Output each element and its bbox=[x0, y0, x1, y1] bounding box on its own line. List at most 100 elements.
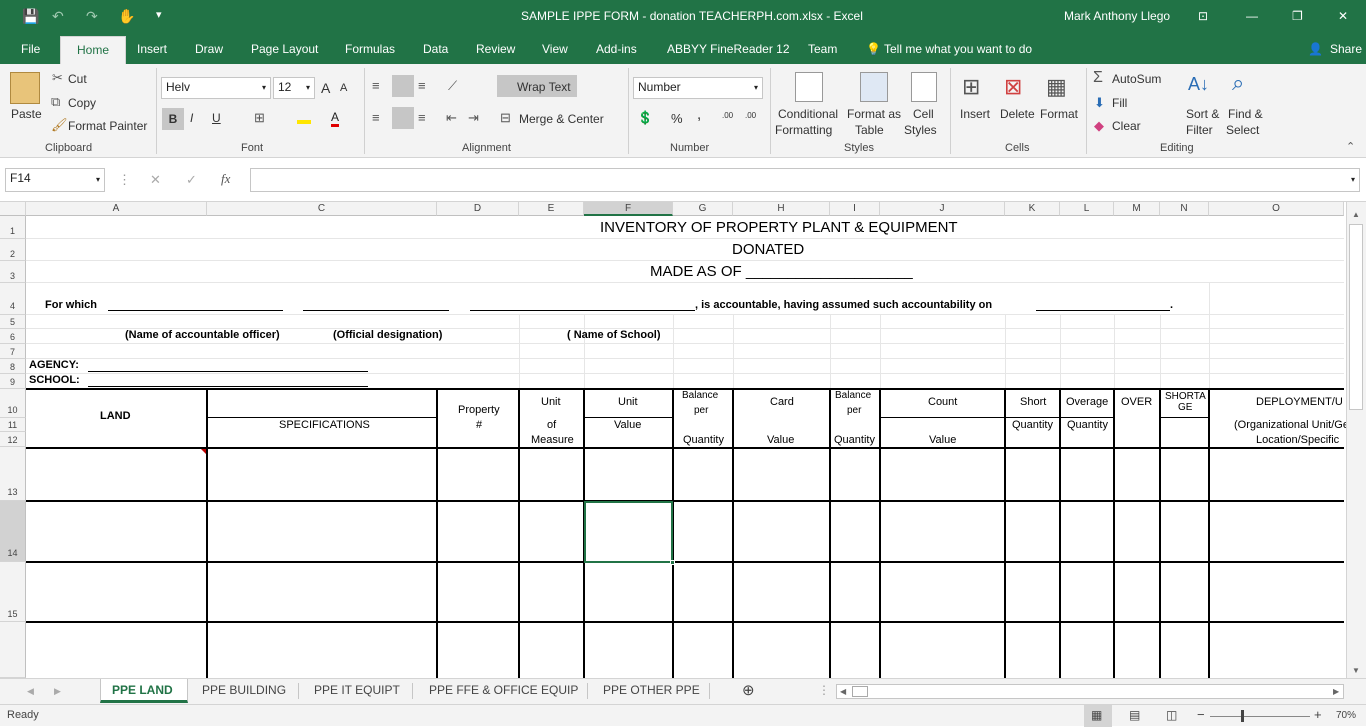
comment-indicator[interactable] bbox=[201, 449, 206, 454]
format-painter-button[interactable]: Format Painter bbox=[68, 119, 147, 133]
name-box[interactable]: F14 ▾ bbox=[5, 168, 105, 192]
horizontal-scrollbar[interactable] bbox=[836, 684, 1344, 699]
font-size-dropdown[interactable]: 12 ▾ bbox=[273, 77, 315, 99]
decrease-indent-icon[interactable]: ⇤ bbox=[446, 110, 457, 126]
row-header-6[interactable]: 6 bbox=[0, 329, 26, 344]
page-break-icon[interactable]: ◫ bbox=[1166, 708, 1177, 722]
column-header-l[interactable]: L bbox=[1060, 202, 1114, 216]
row-header-2[interactable]: 2 bbox=[0, 239, 26, 261]
underline-button[interactable]: U bbox=[212, 111, 221, 125]
font-name-dropdown[interactable]: Helv ▾ bbox=[161, 77, 271, 99]
tab-draw[interactable]: Draw bbox=[195, 42, 223, 56]
tab-data[interactable]: Data bbox=[423, 42, 448, 56]
column-header-j[interactable]: J bbox=[880, 202, 1005, 216]
tab-home[interactable]: Home bbox=[60, 36, 127, 64]
vertical-scroll-thumb[interactable] bbox=[1349, 224, 1363, 410]
tab-review[interactable]: Review bbox=[476, 42, 515, 56]
cancel-icon[interactable]: ✕ bbox=[150, 172, 161, 188]
column-header-a[interactable]: A bbox=[26, 202, 207, 216]
zoom-out-button[interactable]: − bbox=[1197, 707, 1205, 722]
select-all[interactable] bbox=[0, 202, 26, 216]
share-button[interactable]: Share bbox=[1330, 42, 1362, 56]
number-format-dropdown[interactable]: Number ▾ bbox=[633, 77, 763, 99]
row-header-8[interactable]: 8 bbox=[0, 359, 26, 374]
zoom-in-button[interactable]: + bbox=[1314, 707, 1322, 722]
column-header-m[interactable]: M bbox=[1114, 202, 1160, 216]
row-header-10[interactable]: 10 bbox=[0, 389, 26, 418]
currency-icon[interactable]: 💲 bbox=[637, 110, 653, 126]
row-header-13[interactable]: 13 bbox=[0, 447, 26, 501]
align-top-icon[interactable]: ≡ bbox=[372, 78, 380, 93]
formula-input[interactable]: ▾ bbox=[250, 168, 1360, 192]
align-left-icon[interactable]: ≡ bbox=[372, 110, 380, 125]
paste-icon[interactable] bbox=[10, 72, 40, 104]
shrink-font-button[interactable]: A bbox=[340, 82, 347, 94]
row-header-4[interactable]: 4 bbox=[0, 283, 26, 315]
tab-add-ins[interactable]: Add-ins bbox=[596, 42, 637, 56]
scroll-left-icon[interactable]: ◀ bbox=[840, 687, 846, 696]
fill-color-icon[interactable] bbox=[297, 112, 311, 124]
selected-cell-f14[interactable] bbox=[584, 501, 673, 563]
redo-icon[interactable]: ↷ bbox=[86, 8, 98, 25]
align-bottom-icon[interactable]: ≡ bbox=[418, 78, 426, 93]
decrease-decimal-button[interactable]: .00 bbox=[745, 111, 756, 120]
row-header-12[interactable]: 12 bbox=[0, 432, 26, 447]
tab-formulas[interactable]: Formulas bbox=[345, 42, 395, 56]
tab-view[interactable]: View bbox=[542, 42, 568, 56]
close-button[interactable]: ✕ bbox=[1338, 9, 1348, 23]
customize-qat-icon[interactable]: ▾ bbox=[156, 8, 162, 21]
row-header-1[interactable]: 1 bbox=[0, 216, 26, 239]
cut-button[interactable]: Cut bbox=[68, 72, 87, 86]
row-header-7[interactable]: 7 bbox=[0, 344, 26, 359]
insert-function-icon[interactable]: fx bbox=[221, 171, 230, 187]
fill-button[interactable]: Fill bbox=[1112, 96, 1127, 110]
bold-button[interactable]: B bbox=[162, 108, 184, 130]
tell-me-search[interactable]: Tell me what you want to do bbox=[884, 42, 1032, 56]
tab-team[interactable]: Team bbox=[808, 42, 837, 56]
delete-cells-button[interactable]: Delete bbox=[1000, 107, 1035, 121]
row-header-9[interactable]: 9 bbox=[0, 374, 26, 389]
percent-button[interactable]: % bbox=[671, 111, 683, 126]
scroll-right-icon[interactable]: ▶ bbox=[1333, 687, 1339, 696]
column-header-o[interactable]: O bbox=[1209, 202, 1344, 216]
sheet-tab-ppe-it-equipt[interactable]: PPE IT EQUIPT bbox=[314, 683, 400, 697]
tab-page-layout[interactable]: Page Layout bbox=[251, 42, 318, 56]
share-icon[interactable]: 👤 bbox=[1308, 42, 1323, 56]
scroll-up-icon[interactable]: ▲ bbox=[1352, 210, 1360, 219]
increase-indent-icon[interactable]: ⇥ bbox=[468, 110, 479, 126]
row-header-11[interactable]: 11 bbox=[0, 418, 26, 432]
copy-button[interactable]: Copy bbox=[68, 96, 96, 110]
align-center-icon[interactable] bbox=[392, 107, 414, 129]
tab-abbyy[interactable]: ABBYY FineReader 12 bbox=[667, 42, 790, 56]
sheet-tab-ppe-other[interactable]: PPE OTHER PPE bbox=[603, 683, 700, 697]
find-select-button[interactable]: Find & bbox=[1228, 107, 1263, 121]
minimize-button[interactable]: — bbox=[1246, 9, 1258, 23]
sheet-tab-ppe-ffe[interactable]: PPE FFE & OFFICE EQUIP bbox=[429, 683, 578, 697]
next-sheet-icon[interactable]: ▶ bbox=[54, 686, 61, 697]
user-name[interactable]: Mark Anthony Llego bbox=[1064, 9, 1170, 23]
column-header-i[interactable]: I bbox=[830, 202, 880, 216]
new-sheet-icon[interactable]: ⊕ bbox=[742, 681, 755, 699]
tab-file[interactable]: File bbox=[21, 42, 40, 56]
insert-cells-button[interactable]: Insert bbox=[960, 107, 990, 121]
prev-sheet-icon[interactable]: ◀ bbox=[27, 686, 34, 697]
column-header-f[interactable]: F bbox=[584, 202, 673, 216]
restore-button[interactable]: ❐ bbox=[1292, 9, 1303, 23]
format-cells-button[interactable]: Format bbox=[1040, 107, 1078, 121]
horizontal-scroll-thumb[interactable] bbox=[852, 686, 868, 697]
row-header-14[interactable]: 14 bbox=[0, 501, 26, 562]
undo-icon[interactable]: ↶ bbox=[52, 8, 64, 25]
column-header-g[interactable]: G bbox=[673, 202, 733, 216]
ribbon-display-icon[interactable]: ⊡ bbox=[1198, 9, 1208, 23]
column-header-c[interactable]: C bbox=[207, 202, 437, 216]
row-header-15[interactable]: 15 bbox=[0, 562, 26, 622]
clear-button[interactable]: Clear bbox=[1112, 119, 1141, 133]
column-header-h[interactable]: H bbox=[733, 202, 830, 216]
orientation-icon[interactable]: ⟋ bbox=[448, 78, 457, 94]
sort-filter-button[interactable]: Sort & bbox=[1186, 107, 1219, 121]
grow-font-button[interactable]: A bbox=[321, 80, 330, 96]
column-header-d[interactable]: D bbox=[437, 202, 519, 216]
increase-decimal-button[interactable]: .00 bbox=[722, 111, 733, 120]
page-layout-icon[interactable]: ▤ bbox=[1129, 708, 1140, 722]
sheet-tab-ppe-building[interactable]: PPE BUILDING bbox=[202, 683, 286, 697]
